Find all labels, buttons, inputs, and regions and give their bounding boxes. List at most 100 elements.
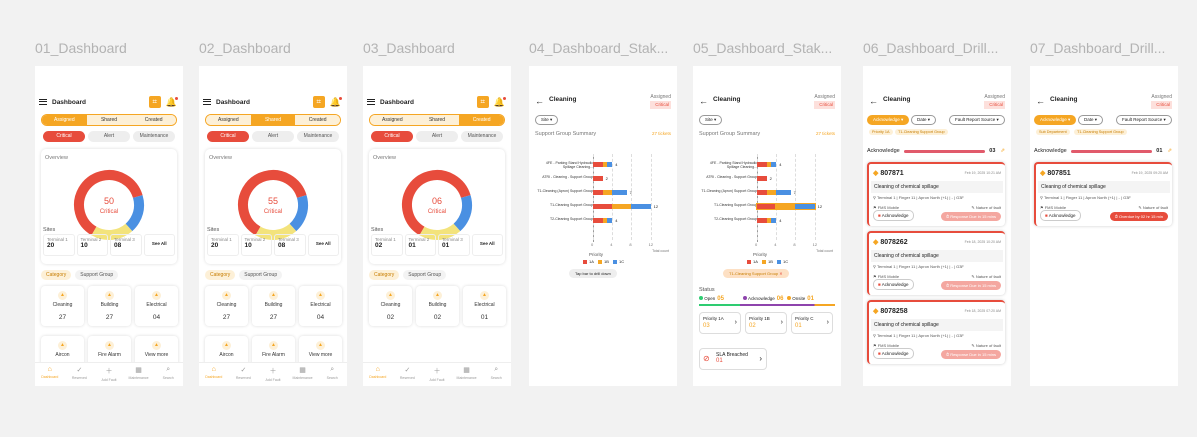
bar-segment[interactable] <box>757 190 767 195</box>
bell-icon[interactable]: 🔔 <box>494 96 507 108</box>
nav-dashboard[interactable]: ⌂ Dashboard <box>199 363 229 386</box>
category-card[interactable]: ▲ Electrical 04 <box>135 286 178 326</box>
bar-segment[interactable] <box>602 190 613 195</box>
site-card[interactable]: Terminal 3 08 <box>274 234 306 256</box>
tab-shared[interactable]: Shared <box>250 115 296 125</box>
tab-support-group[interactable]: Support Group <box>75 270 119 280</box>
bar-segment[interactable] <box>607 218 613 223</box>
site-card[interactable]: Terminal 1 20 <box>43 234 75 256</box>
filter-dropdown[interactable]: Date ▾ <box>1078 115 1104 125</box>
nav-maintenance[interactable]: ▦ Maintenance <box>124 363 154 386</box>
priority-card[interactable]: Priority C 01 › <box>791 312 833 334</box>
tab-category[interactable]: Category <box>205 270 236 280</box>
ticket-card[interactable]: ◆ 8078258 Feb 18, 2025 07:20 AM Cleaning o… <box>867 300 1005 364</box>
site-card[interactable]: Terminal 1 02 <box>371 234 403 256</box>
category-card[interactable]: ▲ Electrical 01 <box>463 286 506 326</box>
tab-created[interactable]: Created <box>131 115 176 125</box>
subtab-alert[interactable]: Alert <box>88 131 130 142</box>
response-due-button[interactable]: ⏱ Overdue by 02 hr 15 min <box>1109 212 1168 221</box>
bar-segment[interactable] <box>766 190 777 195</box>
tab-category[interactable]: Category <box>369 270 400 280</box>
priority-card[interactable]: Priority 1A 03 › <box>699 312 741 334</box>
nav-add-fault[interactable]: ＋ Add Fault <box>258 363 288 386</box>
bar-segment[interactable] <box>776 190 791 195</box>
bar-segment[interactable] <box>593 190 603 195</box>
site-card[interactable]: Terminal 2 01 <box>404 234 436 256</box>
status-item[interactable]: Open 05 <box>699 296 724 302</box>
bar-segment[interactable] <box>593 176 603 181</box>
status-item[interactable]: Acknowledge 06 <box>743 296 783 302</box>
filter-chip[interactable]: Sub Department <box>1036 129 1070 135</box>
response-due-button[interactable]: ⏱ Response Due in 15 mins <box>940 212 1001 221</box>
bar-segment[interactable] <box>612 190 627 195</box>
subtab-critical[interactable]: Critical <box>371 131 413 142</box>
bar-segment[interactable] <box>775 203 797 210</box>
filter-dropdown[interactable]: Acknowledge ▾ <box>867 115 910 125</box>
ticket-card[interactable]: ◆ 807871 Feb 19, 2025 10:21 AM Cleaning of… <box>867 162 1005 226</box>
category-card[interactable]: ▲ Building 27 <box>88 286 131 326</box>
bar-segment[interactable] <box>612 204 632 209</box>
priority-card[interactable]: Priority 1B 02 › <box>745 312 787 334</box>
filter-dropdown[interactable]: Fault Report Source ▾ <box>949 115 1005 125</box>
nav-reserved[interactable]: ✓ Reserved <box>65 363 95 386</box>
category-card[interactable]: ▲ Cleaning 27 <box>41 286 84 326</box>
menu-icon[interactable] <box>203 99 211 105</box>
filter-dropdown[interactable]: Fault Report Source ▾ <box>1116 115 1172 125</box>
nav-dashboard[interactable]: ⌂ Dashboard <box>363 363 393 386</box>
bar-segment[interactable] <box>593 204 613 209</box>
see-all-button[interactable]: See All <box>471 234 503 256</box>
bar-segment[interactable] <box>631 204 651 209</box>
nav-dashboard[interactable]: ⌂ Dashboard <box>35 363 65 386</box>
back-arrow-icon[interactable]: ← <box>1036 96 1045 106</box>
ticket-card[interactable]: ◆ 807851 Feb 19, 2025 09:20 AM Cleaning of… <box>1034 162 1172 226</box>
bar-segment[interactable] <box>757 218 767 223</box>
tab-assigned[interactable]: Assigned <box>370 115 415 125</box>
nav-reserved[interactable]: ✓ Reserved <box>393 363 423 386</box>
nav-search[interactable]: ⌕ Search <box>317 363 347 386</box>
bell-icon[interactable]: 🔔 <box>330 96 343 108</box>
ticket-card[interactable]: ◆ 8078262 Feb 18, 2025 10:20 AM Cleaning o… <box>867 231 1005 295</box>
subtab-critical[interactable]: Critical <box>43 131 85 142</box>
subtab-critical[interactable]: Critical <box>207 131 249 142</box>
filter-chip[interactable]: T1-Cleaning Support Group ✕ <box>723 269 789 278</box>
tab-assigned[interactable]: Assigned <box>206 115 251 125</box>
bell-icon[interactable]: 🔔 <box>166 96 179 108</box>
back-arrow-icon[interactable]: ← <box>699 96 708 106</box>
category-card[interactable]: ▲ Cleaning 02 <box>369 286 412 326</box>
tab-shared[interactable]: Shared <box>86 115 132 125</box>
acknowledge-button[interactable]: ■ Acknowledge <box>873 279 914 290</box>
tab-created[interactable]: Created <box>459 115 504 125</box>
see-all-button[interactable]: See All <box>307 234 339 256</box>
subtab-maintenance[interactable]: Maintenance <box>297 131 339 142</box>
filter-dropdown[interactable]: Date ▾ <box>911 115 937 125</box>
export-icon[interactable]: ⇗ <box>1000 148 1005 154</box>
filter-chip[interactable]: Priority 1A <box>869 129 893 135</box>
subtab-alert[interactable]: Alert <box>252 131 294 142</box>
nav-search[interactable]: ⌕ Search <box>153 363 183 386</box>
tab-support-group[interactable]: Support Group <box>403 270 447 280</box>
nav-maintenance[interactable]: ▦ Maintenance <box>288 363 318 386</box>
site-card[interactable]: Terminal 2 10 <box>76 234 108 256</box>
site-dropdown[interactable]: Site ▾ <box>699 115 723 125</box>
category-card[interactable]: ▲ Electrical 04 <box>299 286 342 326</box>
bar-segment[interactable] <box>771 218 777 223</box>
filter-chip[interactable]: T1-Cleaning Support Group <box>1074 129 1127 135</box>
back-arrow-icon[interactable]: ← <box>535 96 544 106</box>
bar-segment[interactable] <box>771 162 777 167</box>
menu-icon[interactable] <box>367 99 375 105</box>
site-card[interactable]: Terminal 3 08 <box>110 234 142 256</box>
site-card[interactable]: Terminal 2 10 <box>240 234 272 256</box>
bar-segment[interactable] <box>757 176 767 181</box>
export-icon[interactable]: ⇗ <box>1167 148 1172 154</box>
tab-created[interactable]: Created <box>295 115 340 125</box>
nav-search[interactable]: ⌕ Search <box>481 363 511 386</box>
bar-segment[interactable] <box>757 162 767 167</box>
bar-segment[interactable] <box>607 162 613 167</box>
nav-maintenance[interactable]: ▦ Maintenance <box>452 363 482 386</box>
acknowledge-button[interactable]: ■ Acknowledge <box>873 210 914 221</box>
response-due-button[interactable]: ⏱ Response Due in 15 mins <box>940 350 1001 359</box>
see-all-button[interactable]: See All <box>143 234 175 256</box>
category-card[interactable]: ▲ Building 02 <box>416 286 459 326</box>
site-card[interactable]: Terminal 1 20 <box>207 234 239 256</box>
subtab-alert[interactable]: Alert <box>416 131 458 142</box>
